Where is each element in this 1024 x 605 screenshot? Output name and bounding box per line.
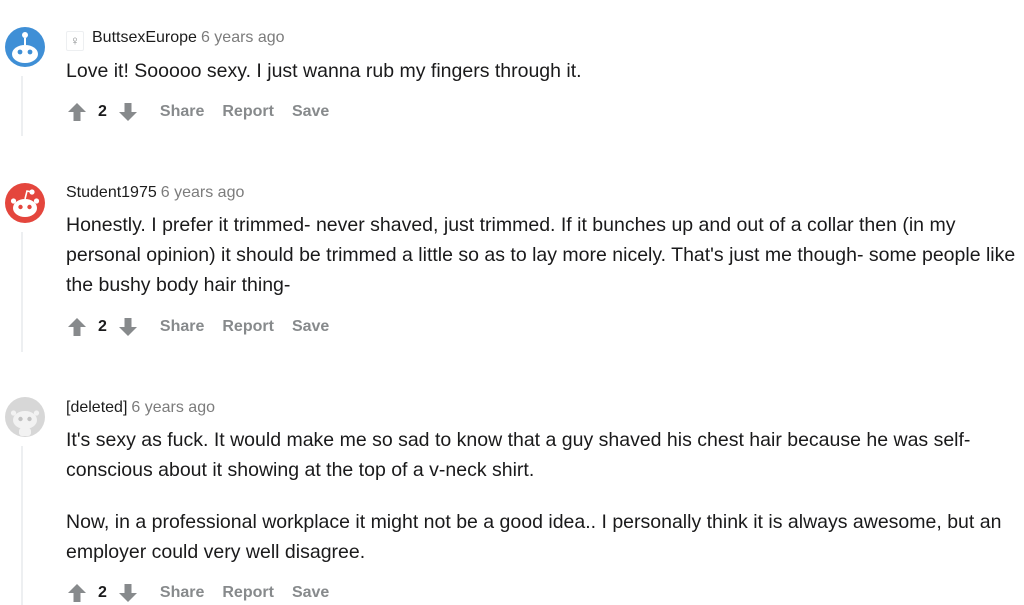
comment-author[interactable]: [deleted]: [66, 399, 127, 416]
comment-meta: [deleted] 6 years ago: [66, 398, 215, 418]
thread-line[interactable]: [21, 232, 23, 352]
report-button[interactable]: Report: [222, 103, 274, 121]
comment-paragraph: Love it! Sooooo sexy. I just wanna rub m…: [66, 60, 582, 82]
vote-score: 2: [98, 318, 107, 335]
comment-paragraph: Honestly. I prefer it trimmed- never sha…: [66, 214, 1016, 296]
comment-paragraph: Now, in a professional workplace it migh…: [66, 511, 1002, 563]
comment-author[interactable]: Student1975: [66, 184, 157, 201]
female-symbol-icon: ♀: [66, 31, 84, 51]
share-button[interactable]: Share: [160, 103, 204, 121]
save-button[interactable]: Save: [292, 584, 329, 602]
comment-author[interactable]: ButtsexEurope: [92, 29, 197, 46]
comment-body: It's sexy as fuck. It would make me so s…: [66, 425, 1016, 567]
report-button[interactable]: Report: [222, 318, 274, 336]
vote-score: 2: [98, 584, 107, 601]
arrow-down-icon[interactable]: [117, 582, 139, 604]
thread-line[interactable]: [21, 446, 23, 605]
arrow-down-icon[interactable]: [117, 101, 139, 123]
avatar-snoo-gray-icon[interactable]: [4, 396, 46, 438]
report-button[interactable]: Report: [222, 584, 274, 602]
comment-age[interactable]: 6 years ago: [201, 29, 285, 46]
comment-age[interactable]: 6 years ago: [131, 399, 215, 416]
share-button[interactable]: Share: [160, 318, 204, 336]
arrow-up-icon[interactable]: [66, 101, 88, 123]
vote-score: 2: [98, 103, 107, 120]
comment-actions: 2 Share Report Save: [66, 100, 329, 124]
comment-body: Love it! Sooooo sexy. I just wanna rub m…: [66, 56, 1016, 86]
comment-age[interactable]: 6 years ago: [161, 184, 245, 201]
save-button[interactable]: Save: [292, 318, 329, 336]
comment-body: Honestly. I prefer it trimmed- never sha…: [66, 210, 1016, 300]
comment-meta: Student1975 6 years ago: [66, 183, 244, 203]
thread-line[interactable]: [21, 76, 23, 136]
comment-actions: 2 Share Report Save: [66, 315, 329, 339]
arrow-up-icon[interactable]: [66, 316, 88, 338]
comment-paragraph: It's sexy as fuck. It would make me so s…: [66, 429, 971, 481]
arrow-down-icon[interactable]: [117, 316, 139, 338]
avatar-snoo-blue-icon[interactable]: [4, 26, 46, 68]
comment-meta: ♀ ButtsexEurope 6 years ago: [66, 28, 285, 51]
save-button[interactable]: Save: [292, 103, 329, 121]
share-button[interactable]: Share: [160, 584, 204, 602]
avatar-snoo-red-icon[interactable]: [4, 182, 46, 224]
arrow-up-icon[interactable]: [66, 582, 88, 604]
comment-actions: 2 Share Report Save: [66, 581, 329, 605]
